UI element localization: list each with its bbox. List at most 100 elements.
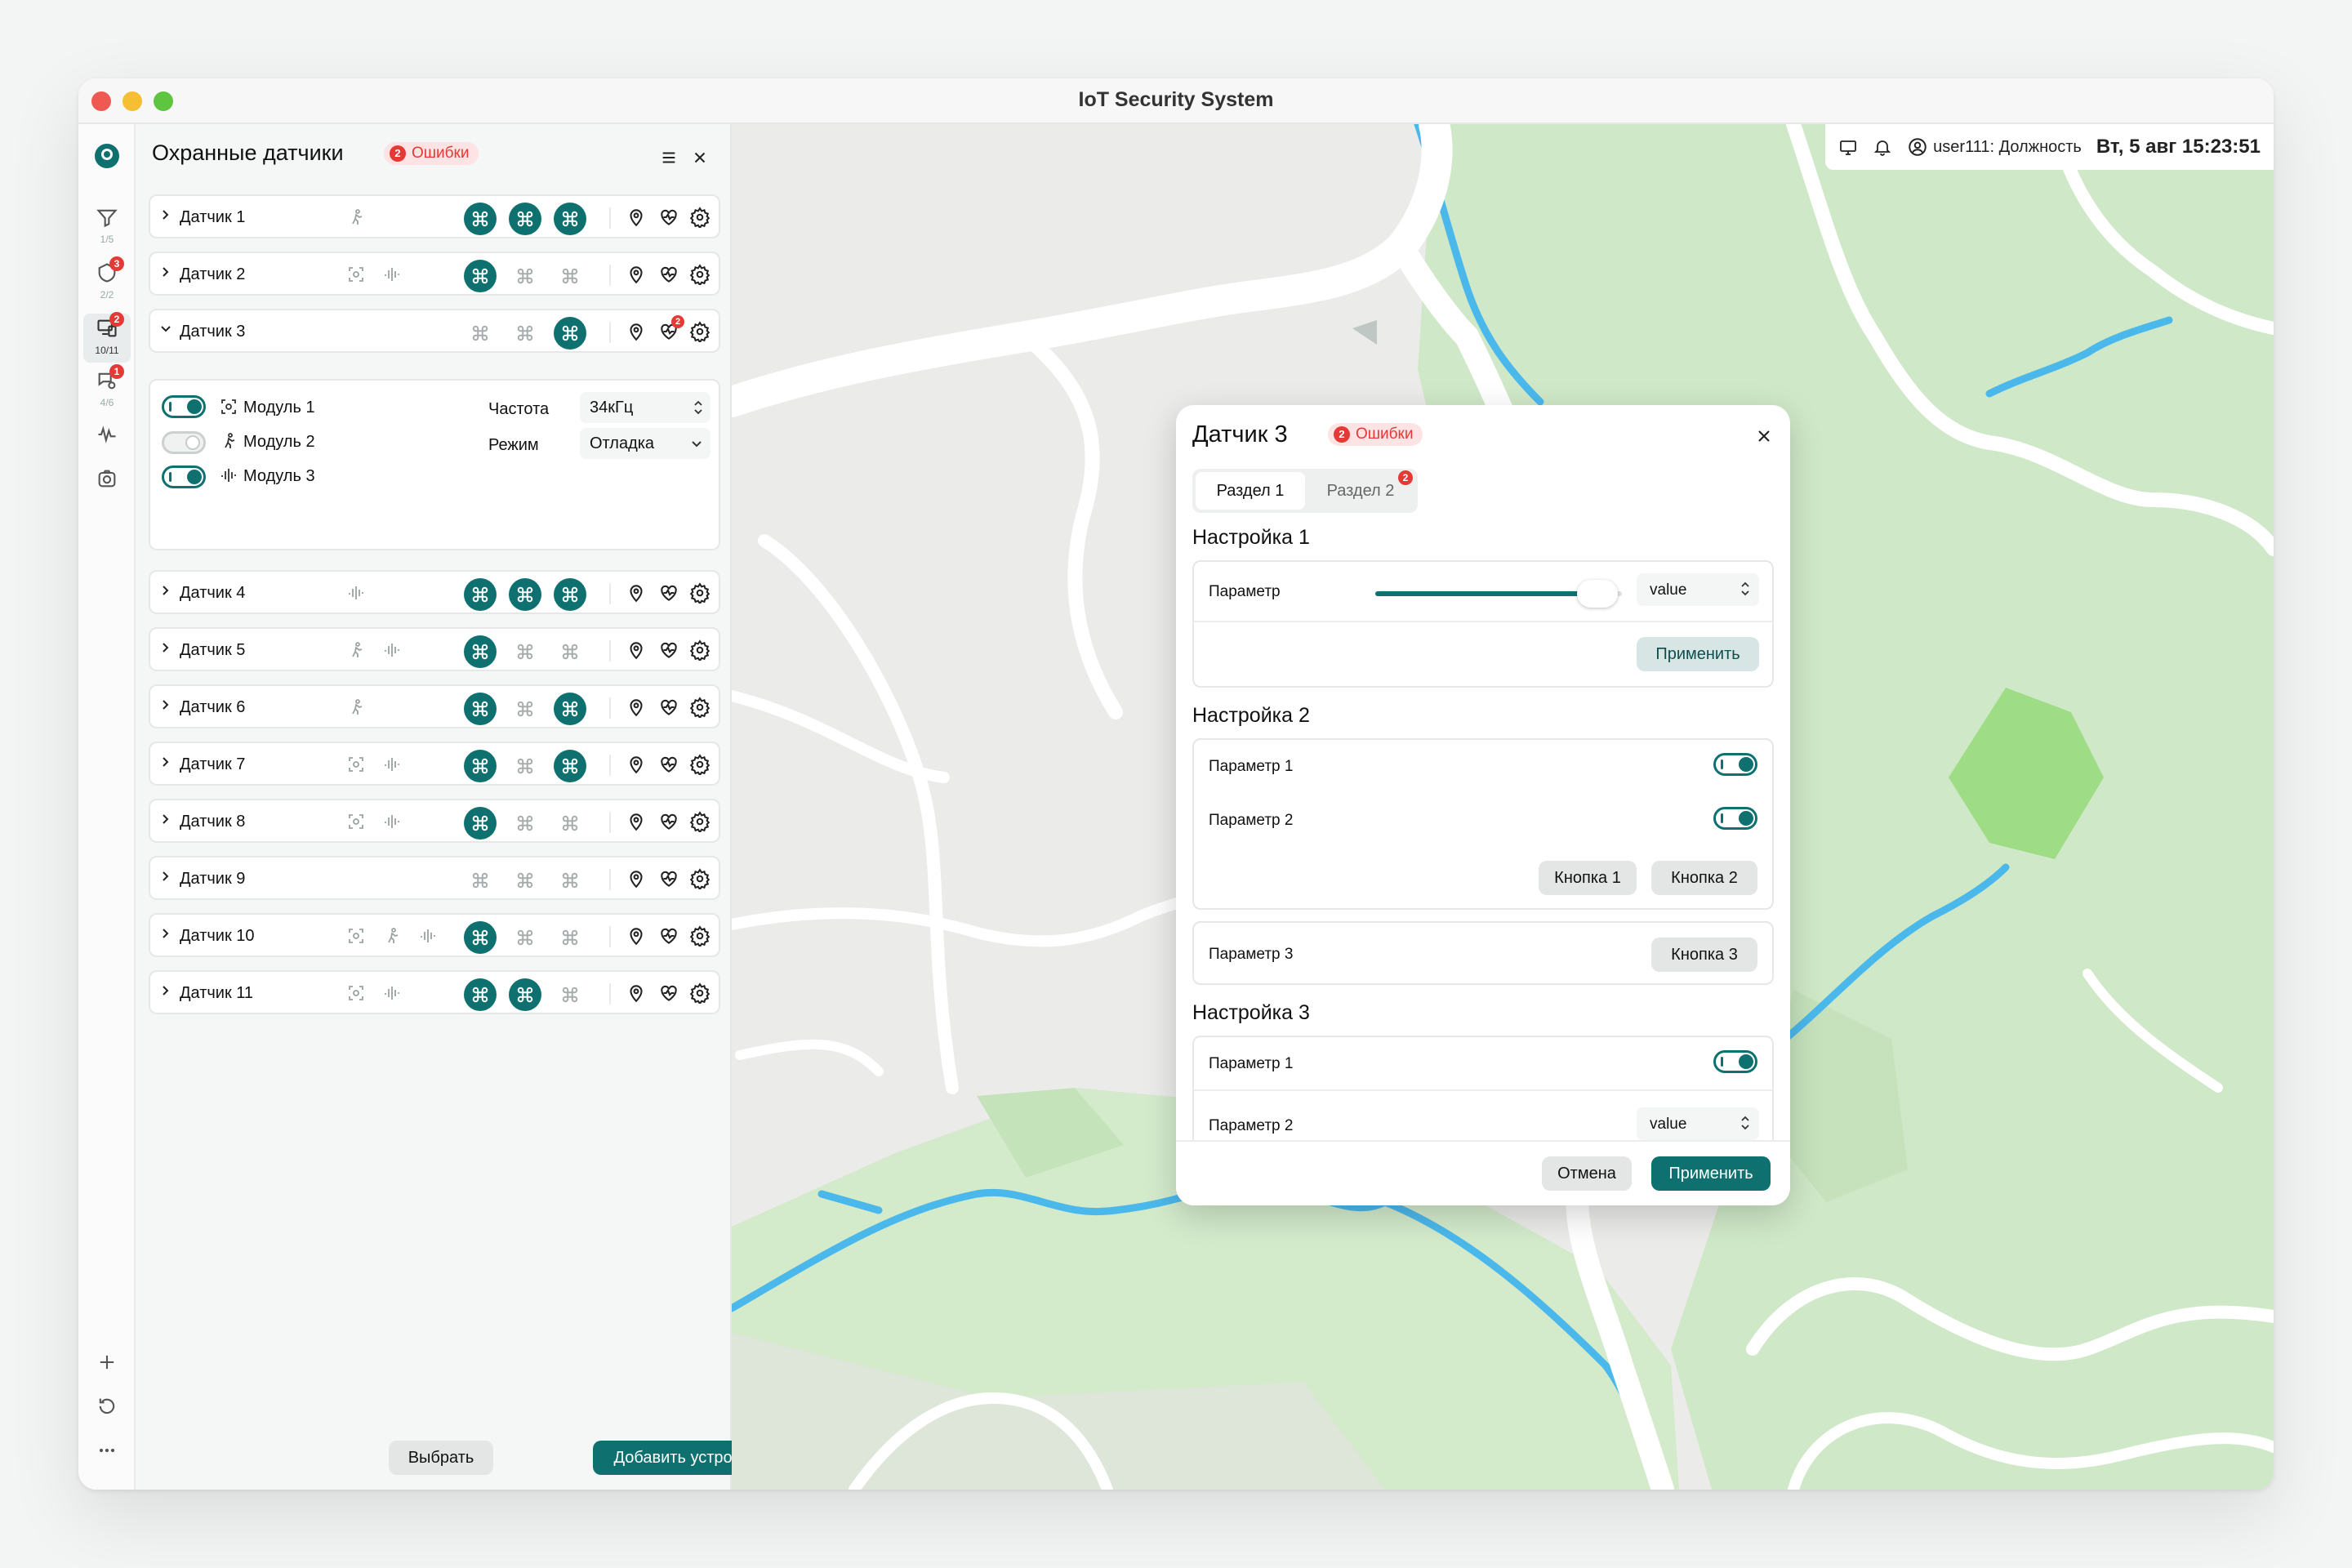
stepper-icon[interactable]	[1740, 1114, 1751, 1132]
rail-waveform[interactable]	[78, 423, 136, 450]
module-3-toggle[interactable]	[162, 466, 206, 488]
heart-pulse-icon[interactable]	[658, 697, 679, 718]
command-icon[interactable]	[554, 693, 586, 725]
command-icon[interactable]	[554, 635, 586, 668]
heart-pulse-icon[interactable]	[658, 754, 679, 775]
rail-add[interactable]	[78, 1351, 136, 1378]
command-icon[interactable]	[464, 750, 497, 782]
sensor-row[interactable]: Датчик 4	[149, 570, 720, 614]
chevron-right-icon[interactable]	[158, 640, 173, 655]
command-icon[interactable]	[509, 203, 541, 235]
chevron-right-icon[interactable]	[158, 983, 173, 998]
command-icon[interactable]	[554, 807, 586, 840]
location-pin-icon[interactable]	[626, 207, 647, 228]
command-icon[interactable]	[509, 807, 541, 840]
gear-icon[interactable]	[689, 321, 710, 342]
heart-pulse-icon[interactable]	[658, 264, 679, 285]
section-3-param-1-toggle[interactable]	[1713, 1050, 1757, 1073]
module-1-toggle[interactable]	[162, 395, 206, 418]
command-icon[interactable]	[554, 864, 586, 897]
section-1-apply-button[interactable]: Применить	[1637, 637, 1759, 671]
location-pin-icon[interactable]	[626, 811, 647, 832]
stepper-icon[interactable]	[693, 399, 704, 416]
gear-icon[interactable]	[689, 925, 710, 947]
gear-icon[interactable]	[689, 582, 710, 604]
command-icon[interactable]	[464, 921, 497, 954]
chevron-right-icon[interactable]	[158, 583, 173, 598]
sensor-row[interactable]: Датчик 3 2	[149, 309, 720, 353]
gear-icon[interactable]	[689, 639, 710, 661]
gear-icon[interactable]	[689, 207, 710, 228]
apply-button[interactable]: Применить	[1651, 1156, 1771, 1191]
rail-security[interactable]: 3 2/2	[78, 256, 136, 301]
command-icon[interactable]	[464, 693, 497, 725]
command-icon[interactable]	[509, 864, 541, 897]
heart-pulse-icon[interactable]	[658, 982, 679, 1004]
gear-icon[interactable]	[689, 982, 710, 1004]
close-icon[interactable]	[691, 149, 709, 167]
command-icon[interactable]	[554, 203, 586, 235]
command-icon[interactable]	[554, 260, 586, 292]
tab-section-2[interactable]: Раздел 2 2	[1307, 470, 1414, 510]
param-slider[interactable]	[1375, 580, 1622, 608]
heart-pulse-icon[interactable]	[658, 925, 679, 947]
chevron-down-icon[interactable]	[158, 322, 173, 336]
heart-pulse-icon[interactable]	[658, 639, 679, 661]
command-icon[interactable]	[509, 921, 541, 954]
command-icon[interactable]	[509, 578, 541, 611]
command-icon[interactable]	[509, 978, 541, 1011]
errors-badge[interactable]: 2 Ошибки	[384, 142, 479, 165]
location-pin-icon[interactable]	[626, 639, 647, 661]
command-icon[interactable]	[554, 921, 586, 954]
gear-icon[interactable]	[689, 697, 710, 718]
command-icon[interactable]	[509, 260, 541, 292]
gear-icon[interactable]	[689, 754, 710, 775]
sensor-row[interactable]: Датчик 10	[149, 913, 720, 957]
command-icon[interactable]	[464, 203, 497, 235]
sensor-row[interactable]: Датчик 1	[149, 194, 720, 238]
location-pin-icon[interactable]	[626, 264, 647, 285]
heart-pulse-icon[interactable]	[658, 811, 679, 832]
chevron-right-icon[interactable]	[158, 207, 173, 222]
command-icon[interactable]	[554, 978, 586, 1011]
command-icon[interactable]	[554, 750, 586, 782]
rail-more[interactable]	[78, 1439, 136, 1466]
location-pin-icon[interactable]	[626, 697, 647, 718]
rail-refresh[interactable]	[78, 1395, 136, 1422]
tab-section-1[interactable]: Раздел 1	[1196, 472, 1305, 510]
chevron-right-icon[interactable]	[158, 869, 173, 884]
command-icon[interactable]	[464, 260, 497, 292]
heart-pulse-icon[interactable]	[658, 207, 679, 228]
sensor-row[interactable]: Датчик 5	[149, 627, 720, 671]
frequency-input[interactable]: 34кГц	[580, 392, 710, 423]
select-button[interactable]: Выбрать	[389, 1441, 493, 1475]
chevron-right-icon[interactable]	[158, 265, 173, 279]
command-icon[interactable]	[464, 317, 497, 350]
button-3[interactable]: Кнопка 3	[1651, 938, 1757, 972]
heart-pulse-icon[interactable]	[658, 582, 679, 604]
dialog-errors-badge[interactable]: 2 Ошибки	[1328, 423, 1423, 446]
stepper-icon[interactable]	[1740, 580, 1751, 598]
module-2-toggle[interactable]	[162, 431, 206, 454]
location-pin-icon[interactable]	[626, 582, 647, 604]
heart-pulse-icon[interactable]	[658, 868, 679, 889]
chevron-right-icon[interactable]	[158, 812, 173, 826]
bell-icon[interactable]	[1873, 137, 1892, 157]
close-icon[interactable]	[1754, 426, 1774, 446]
sensor-row[interactable]: Датчик 9	[149, 856, 720, 900]
button-1[interactable]: Кнопка 1	[1539, 861, 1637, 895]
sensor-row[interactable]: Датчик 2	[149, 252, 720, 296]
command-icon[interactable]	[554, 317, 586, 350]
param-1-toggle[interactable]	[1713, 753, 1757, 776]
rail-camera[interactable]	[78, 467, 136, 494]
command-icon[interactable]	[509, 317, 541, 350]
user-menu[interactable]: user111: Должность	[1907, 136, 2082, 158]
button-2[interactable]: Кнопка 2	[1651, 861, 1757, 895]
param-2-toggle[interactable]	[1713, 807, 1757, 830]
command-icon[interactable]	[509, 750, 541, 782]
location-pin-icon[interactable]	[626, 982, 647, 1004]
command-icon[interactable]	[509, 635, 541, 668]
mode-select[interactable]: Отладка	[580, 428, 710, 459]
command-icon[interactable]	[464, 978, 497, 1011]
param-stepper[interactable]: value	[1637, 573, 1759, 606]
